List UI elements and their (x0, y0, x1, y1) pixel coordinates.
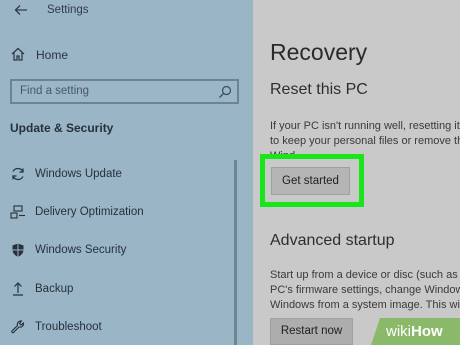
wrench-icon (11, 320, 25, 334)
sidebar-item-windows-update[interactable]: Windows Update (0, 163, 253, 187)
backup-arrow-icon (13, 282, 23, 296)
reset-heading: Reset this PC (270, 81, 368, 98)
advanced-startup-heading: Advanced startup (270, 232, 395, 249)
sidebar-scrollbar[interactable] (234, 160, 237, 345)
search-placeholder: Find a setting (20, 85, 90, 97)
home-icon (11, 47, 25, 61)
sidebar: Settings Home Find a setting Update & Se… (0, 0, 253, 345)
advanced-description-line: Windows from a system image. This wi (270, 299, 460, 311)
reset-description-line: to keep your personal files or remove th (270, 135, 460, 147)
page-title: Recovery (270, 39, 368, 65)
search-icon[interactable] (218, 85, 232, 99)
sidebar-item-backup[interactable]: Backup (0, 278, 253, 302)
back-arrow-icon[interactable] (13, 2, 29, 18)
reset-description-line: If your PC isn't running well, resetting… (270, 120, 460, 132)
advanced-description-line: PC's firmware settings, change Window (270, 284, 460, 296)
sidebar-item-label: Delivery Optimization (35, 206, 144, 218)
restart-now-button[interactable]: Restart now (270, 318, 353, 345)
search-input[interactable]: Find a setting (10, 79, 239, 104)
section-title: Update & Security (10, 121, 114, 135)
shield-icon (12, 243, 24, 257)
sync-icon (12, 167, 24, 181)
sidebar-item-label: Windows Update (35, 168, 122, 180)
watermark-text: wikiHow (386, 323, 443, 340)
advanced-description-line: Start up from a device or disc (such as (270, 269, 458, 281)
wikihow-watermark: wikiHow (371, 318, 460, 345)
sidebar-item-windows-security[interactable]: Windows Security (0, 239, 253, 263)
title-bar: Settings (0, 0, 253, 22)
home-label: Home (36, 48, 69, 62)
sidebar-item-delivery-optimization[interactable]: Delivery Optimization (0, 201, 253, 225)
sidebar-item-home[interactable]: Home (0, 44, 253, 66)
sidebar-item-label: Backup (35, 283, 74, 295)
sidebar-item-label: Windows Security (35, 244, 127, 256)
get-started-button[interactable]: Get started (271, 167, 350, 195)
delivery-optimization-icon (10, 205, 25, 219)
app-title: Settings (47, 4, 89, 16)
main-content: Recovery Reset this PC If your PC isn't … (253, 0, 460, 345)
sidebar-item-label: Troubleshoot (35, 321, 102, 333)
sidebar-item-troubleshoot[interactable]: Troubleshoot (0, 316, 253, 340)
